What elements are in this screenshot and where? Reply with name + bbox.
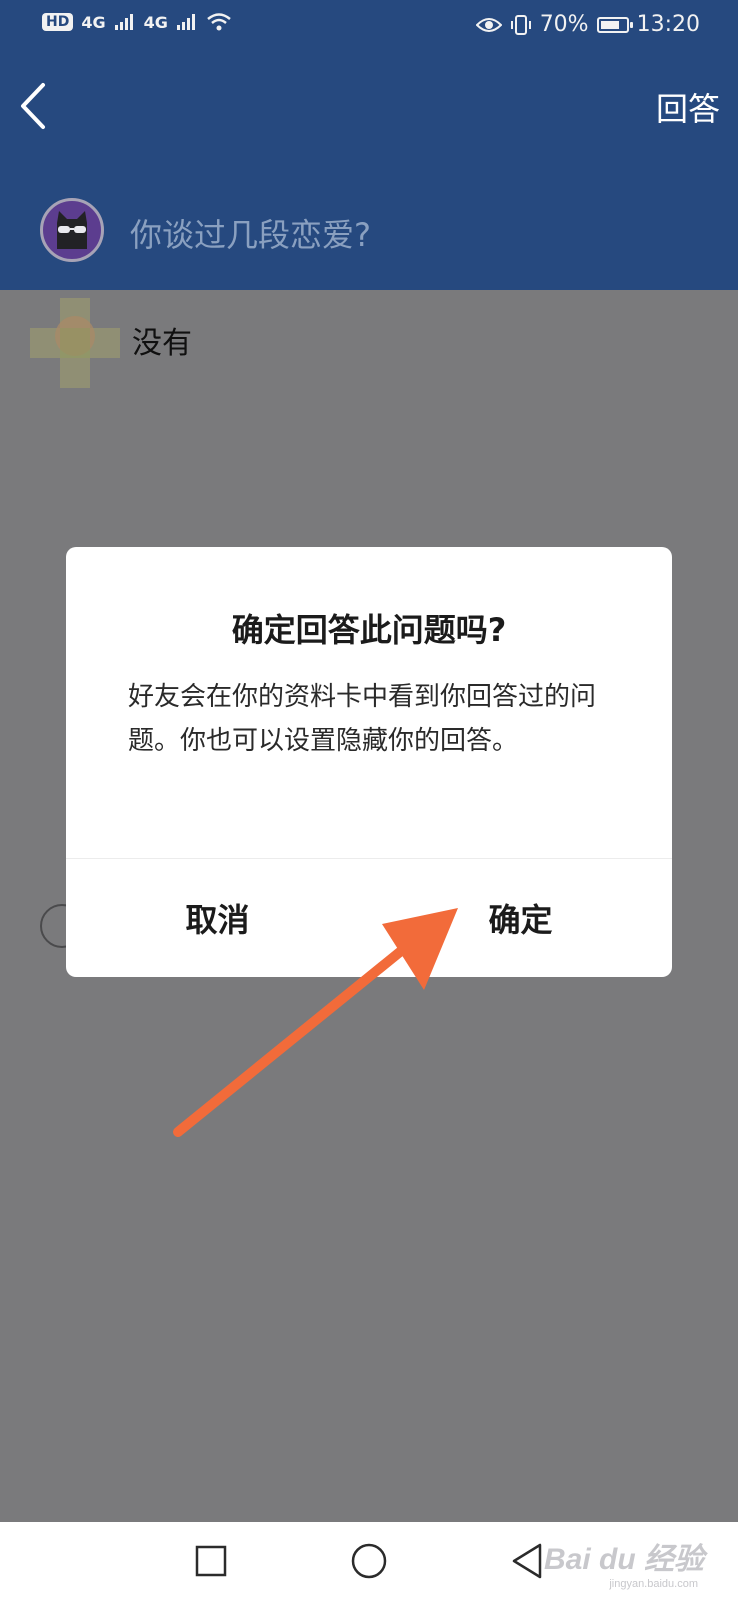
triangle-back-icon <box>512 1543 542 1579</box>
watermark-logo: Bai du 经验 <box>543 1543 704 1576</box>
status-bar: HD 4G 4G 70% 13:20 <box>0 0 738 54</box>
dialog-message: 好友会在你的资料卡中看到你回答过的问题。你也可以设置隐藏你的回答。 <box>128 682 597 756</box>
battery-icon <box>596 16 633 33</box>
network-label-1: 4G <box>81 12 106 32</box>
answer-avatar <box>30 298 120 388</box>
status-left: HD 4G 4G <box>42 12 232 32</box>
watermark-url: jingyan.baidu.com <box>609 1578 698 1590</box>
signal-icon <box>114 14 133 30</box>
eye-icon <box>475 17 502 32</box>
signal-icon <box>176 14 195 30</box>
vibrate-icon <box>510 14 531 35</box>
network-label-2: 4G <box>143 12 168 32</box>
clock: 13:20 <box>636 12 700 37</box>
status-right: 70% 13:20 <box>475 12 700 37</box>
avatar <box>40 198 104 262</box>
wifi-icon <box>207 13 231 31</box>
battery-percent: 70% <box>539 12 589 37</box>
answer-text: 没有 <box>132 326 192 361</box>
cat-sunglasses-icon <box>57 211 87 249</box>
circle-icon <box>351 1543 387 1579</box>
question-title: 你谈过几段恋爱? <box>130 216 371 254</box>
dialog-title: 确定回答此问题吗? <box>231 611 507 649</box>
annotation-arrow-icon <box>173 908 458 1137</box>
blurred-avatar-icon <box>30 298 120 388</box>
back-button[interactable] <box>12 78 52 134</box>
chevron-left-icon <box>21 83 45 129</box>
answer-submit-button[interactable]: 回答 <box>656 84 720 130</box>
recents-button[interactable] <box>186 1536 236 1586</box>
square-icon <box>195 1545 227 1577</box>
hd-badge: HD <box>42 13 74 31</box>
home-button[interactable] <box>344 1536 394 1586</box>
